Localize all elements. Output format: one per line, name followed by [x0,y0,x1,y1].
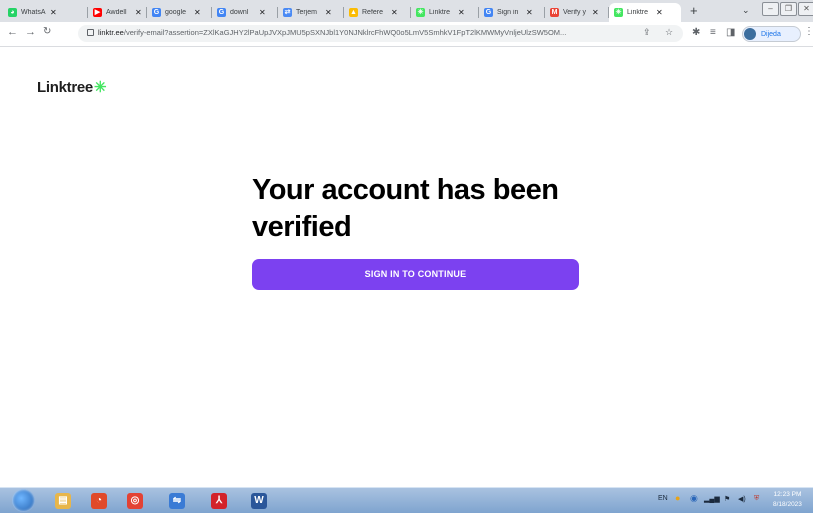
app-icon: ◔ [91,492,107,509]
reading-list-icon[interactable]: ≡ [710,27,716,38]
google-icon: G [152,8,161,17]
taskbar: EN ● ◉ ▂▄▆ ⚑ ◀) ⛨ 12:23 PM 8/18/2023 ▤ ◔ ◎… [0,487,813,513]
lock-icon [87,29,94,36]
start-button[interactable] [12,489,35,512]
tab-close-icon[interactable]: ✕ [458,8,465,17]
tab-close-icon[interactable]: ✕ [391,8,398,17]
taskbar-app-5[interactable]: ⅄ [206,490,232,511]
taskbar-app-2[interactable]: ◔ [86,490,112,511]
file-explorer-icon: ▤ [55,492,71,509]
tab-4[interactable]: Gdownl ✕ [212,3,278,22]
forward-icon[interactable]: → [25,26,36,38]
menu-kebab-icon[interactable]: ⋮ [804,26,813,37]
volume-icon[interactable]: ◀) [738,495,746,503]
network-signal-icon[interactable]: ▂▄▆ [704,495,720,503]
browser-toolbar: ← → ↻ linktr.ee/verify-email?assertion=Z… [0,22,813,47]
restore-button[interactable]: ❐ [780,2,797,16]
flag-icon[interactable]: ⚑ [724,495,730,503]
google-icon: G [484,8,493,17]
word-icon: W [251,492,267,509]
system-clock[interactable]: 12:23 PM 8/18/2023 [773,490,802,510]
linktree-logo[interactable]: Linktree✳ [37,78,107,96]
tab-close-icon[interactable]: ✕ [50,8,57,17]
side-panel-icon[interactable]: ◨ [726,27,735,38]
acrobat-icon: ⅄ [211,492,227,509]
clock-date: 8/18/2023 [773,501,802,508]
linktree-icon: ✳ [614,8,623,17]
address-bar[interactable]: linktr.ee/verify-email?assertion=ZXlKaGJ… [78,25,683,42]
back-icon[interactable]: ← [7,26,18,38]
page-title: Your account has been verified [252,174,559,243]
network-icon: ⇋ [169,492,185,509]
security-icon[interactable]: ⛨ [754,495,759,503]
tab-label: Terjem [296,9,318,16]
tab-2[interactable]: ▶ Awdell ✕ [88,3,147,22]
tab-label: Refere [362,9,384,16]
tab-search-icon[interactable]: ⌄ [742,5,750,16]
url-host: linktr.ee [98,28,124,37]
taskbar-app-6[interactable]: W [246,490,272,511]
url-path: /verify-email?assertion=ZXlKaGJHY2lPaUpJ… [123,28,567,37]
url-text: linktr.ee/verify-email?assertion=ZXlKaGJ… [98,28,618,37]
tab-5[interactable]: ⇄ Terjem ✕ [278,3,344,22]
logo-text: Linktree [37,79,93,96]
meet-tray-icon[interactable]: ◉ [690,493,698,504]
chrome-icon: ◎ [127,492,143,509]
bookmark-star-icon[interactable]: ☆ [665,27,673,38]
tab-1[interactable]: ◕ WhatsA ✕ [3,3,88,22]
tab-label: WhatsA [21,9,46,16]
tab-label: downl [230,9,249,16]
whatsapp-icon: ◕ [8,8,17,17]
minimize-button[interactable]: – [762,2,779,16]
google-icon: G [217,8,226,17]
tab-8[interactable]: G Sign in ✕ [479,3,545,22]
extensions-icon[interactable]: ✱ [692,27,700,38]
tab-close-icon[interactable]: ✕ [656,8,663,17]
tab-7[interactable]: ✳ Linktre ✕ [411,3,479,22]
tab-close-icon[interactable]: ✕ [135,8,142,17]
taskbar-app-3[interactable]: ◎ [122,490,148,511]
taskbar-app-1[interactable]: ▤ [50,490,76,511]
drive-icon: ▲ [349,8,358,17]
tab-label: Verify y [563,9,586,16]
tab-close-icon[interactable]: ✕ [592,8,599,17]
reload-icon[interactable]: ↻ [43,26,51,37]
app-tray-icon[interactable]: ● [675,493,680,503]
tab-label: Sign in [497,9,519,16]
clock-time: 12:23 PM [773,491,802,498]
gmail-icon: M [550,8,559,17]
sign-in-button[interactable]: SIGN IN TO CONTINUE [252,259,579,290]
tab-close-icon[interactable]: ✕ [325,8,332,17]
tab-close-icon[interactable]: ✕ [194,8,201,17]
youtube-icon: ▶ [93,8,102,17]
tab-label: Linktre [429,9,451,16]
close-window-button[interactable]: ✕ [798,2,813,16]
translate-icon: ⇄ [283,8,292,17]
linktree-asterisk-icon: ✳ [93,79,107,96]
tab-close-icon[interactable]: ✕ [526,8,533,17]
tab-strip: + ⌄ – ❐ ✕ ◕ WhatsA ✕ ▶ Awdell ✕ Ggoogle ✕ Gdownl… [0,0,813,22]
tab-10[interactable]: ✳ Linktre ✕ [609,3,681,22]
tab-9[interactable]: M Verify y ✕ [545,3,609,22]
tab-label: Awdell [106,9,127,16]
profile-name: Dijeda [761,30,781,38]
tab-label: Linktre [627,9,649,16]
taskbar-app-4[interactable]: ⇋ [164,490,190,511]
window-controls: – ❐ ✕ [762,2,813,16]
avatar [744,28,756,40]
profile-button[interactable]: Dijeda [742,26,801,42]
tab-label: google [165,9,187,16]
new-tab-button[interactable]: + [690,3,698,19]
share-icon[interactable]: ⇪ [643,27,651,38]
tab-close-icon[interactable]: ✕ [259,8,266,17]
tab-6[interactable]: ▲ Refere ✕ [344,3,411,22]
language-indicator[interactable]: EN [658,495,668,502]
tab-3[interactable]: Ggoogle ✕ [147,3,212,22]
linktree-icon: ✳ [416,8,425,17]
